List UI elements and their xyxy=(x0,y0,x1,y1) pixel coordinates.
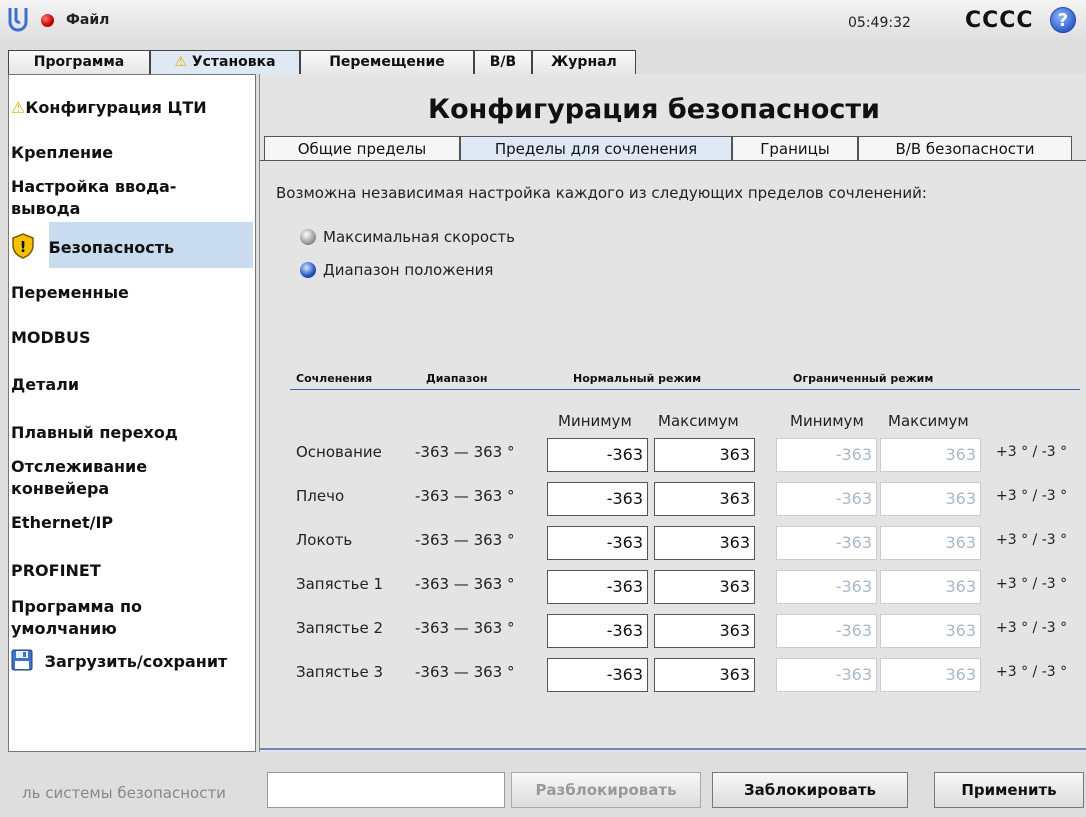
joint-range: -363 — 363 ° xyxy=(415,531,515,549)
warning-icon: ⚠ xyxy=(174,54,187,70)
sidebar-item-load-save[interactable]: Загрузить/сохранит xyxy=(11,649,227,673)
sidebar-item-io-setup[interactable]: Настройка ввода-вывода xyxy=(11,176,176,220)
safety-password-input[interactable] xyxy=(267,772,505,808)
joint-range: -363 — 363 ° xyxy=(415,487,515,505)
sidebar-item-profinet[interactable]: PROFINET xyxy=(11,560,101,582)
clock: 05:49:32 xyxy=(848,15,911,31)
sidebar-item-ethernet-ip[interactable]: Ethernet/IP xyxy=(11,512,113,534)
normal-min-input[interactable]: -363 xyxy=(547,526,648,560)
tolerance-text: +3 ° / -3 ° xyxy=(996,532,1068,548)
normal-max-input[interactable]: 363 xyxy=(654,614,755,648)
normal-min-input[interactable]: -363 xyxy=(547,482,648,516)
subtab-joint-limits[interactable]: Пределы для сочленения xyxy=(460,136,732,161)
apply-button[interactable]: Применить xyxy=(934,772,1084,808)
svg-text:!: ! xyxy=(20,238,27,256)
normal-max-input[interactable]: 363 xyxy=(654,438,755,472)
reduced-min-input: -363 xyxy=(776,658,877,692)
sidebar: ⚠Конфигурация ЦТИ Крепление Настройка вв… xyxy=(8,74,256,752)
radio-label-position-range[interactable]: Диапазон положения xyxy=(323,261,493,279)
normal-min-input[interactable]: -363 xyxy=(547,614,648,648)
tab-installation[interactable]: ⚠ Установка xyxy=(150,50,300,74)
column-header-normal-mode: Нормальный режим xyxy=(573,372,702,385)
ur-logo-icon[interactable] xyxy=(8,6,30,32)
joint-name: Плечо xyxy=(296,487,345,505)
sidebar-item-smooth-transition[interactable]: Плавный переход xyxy=(11,422,178,444)
reduced-max-input: 363 xyxy=(880,658,981,692)
tolerance-text: +3 ° / -3 ° xyxy=(996,576,1068,592)
sidebar-item-safety[interactable]: ! Безопасность xyxy=(11,233,174,259)
radio-label-max-speed[interactable]: Максимальная скорость xyxy=(323,228,515,246)
joint-name: Запястье 1 xyxy=(296,575,384,593)
reduced-max-input: 363 xyxy=(880,570,981,604)
tolerance-text: +3 ° / -3 ° xyxy=(996,664,1068,680)
robot-status-icon xyxy=(41,14,54,27)
radio-position-range[interactable] xyxy=(300,262,316,278)
column-header-range: Диапазон xyxy=(426,372,488,385)
joint-range: -363 — 363 ° xyxy=(415,575,515,593)
shield-warning-icon: ! xyxy=(12,233,34,259)
normal-max-input[interactable]: 363 xyxy=(654,658,755,692)
reduced-max-input: 363 xyxy=(880,526,981,560)
radio-max-speed[interactable] xyxy=(300,229,316,245)
normal-min-input[interactable]: -363 xyxy=(547,438,648,472)
joint-range: -363 — 363 ° xyxy=(415,619,515,637)
tolerance-text: +3 ° / -3 ° xyxy=(996,620,1068,636)
normal-min-input[interactable]: -363 xyxy=(547,658,648,692)
column-header-normal-min: Минимум xyxy=(558,412,632,430)
warning-icon: ⚠ xyxy=(11,98,26,117)
column-header-normal-max: Максимум xyxy=(658,412,739,430)
joint-range: -363 — 363 ° xyxy=(415,663,515,681)
robot-name: CCCC xyxy=(965,8,1034,33)
safety-password-label: ль системы безопасности xyxy=(22,784,226,802)
normal-max-input[interactable]: 363 xyxy=(654,526,755,560)
top-bar: Файл 05:49:32 CCCC ? xyxy=(0,0,1086,46)
unlock-button: Разблокировать xyxy=(511,772,701,808)
reduced-min-input: -363 xyxy=(776,482,877,516)
subtab-boundaries[interactable]: Границы xyxy=(732,136,858,161)
sidebar-item-conveyor-tracking[interactable]: Отслеживание конвейера xyxy=(11,456,147,500)
sidebar-item-mounting[interactable]: Крепление xyxy=(11,142,113,164)
joint-name: Основание xyxy=(296,443,382,461)
tab-program[interactable]: Программа xyxy=(8,50,150,74)
header-divider xyxy=(290,389,1080,390)
column-header-reduced-max: Максимум xyxy=(888,412,969,430)
reduced-max-input: 363 xyxy=(880,614,981,648)
joint-name: Запястье 2 xyxy=(296,619,384,637)
reduced-max-input: 363 xyxy=(880,438,981,472)
tolerance-text: +3 ° / -3 ° xyxy=(996,488,1068,504)
normal-max-input[interactable]: 363 xyxy=(654,570,755,604)
reduced-min-input: -363 xyxy=(776,570,877,604)
bottom-bar: ль системы безопасности Разблокировать З… xyxy=(0,756,1086,817)
tab-io[interactable]: В/В xyxy=(474,50,532,74)
column-header-reduced-min: Минимум xyxy=(790,412,864,430)
tolerance-text: +3 ° / -3 ° xyxy=(996,444,1068,460)
sidebar-item-variables[interactable]: Переменные xyxy=(11,282,129,304)
subtab-safety-io[interactable]: В/В безопасности xyxy=(858,136,1072,161)
file-menu[interactable]: Файл xyxy=(66,12,109,28)
sidebar-item-features[interactable]: Детали xyxy=(11,374,79,396)
reduced-min-input: -363 xyxy=(776,438,877,472)
joint-name: Локоть xyxy=(296,531,353,549)
intro-text: Возможна независимая настройка каждого и… xyxy=(276,184,927,202)
page-title: Конфигурация безопасности xyxy=(428,94,880,125)
column-header-joints: Сочленения xyxy=(296,372,373,385)
sidebar-item-default-program[interactable]: Программа по умолчанию xyxy=(11,596,142,640)
subtab-general-limits[interactable]: Общие пределы xyxy=(264,136,460,161)
reduced-min-input: -363 xyxy=(776,526,877,560)
reduced-min-input: -363 xyxy=(776,614,877,648)
floppy-disk-icon xyxy=(11,649,33,671)
joint-name: Запястье 3 xyxy=(296,663,384,681)
content-area: Конфигурация безопасности Общие пределы … xyxy=(259,74,1086,752)
joint-range: -363 — 363 ° xyxy=(415,443,515,461)
column-header-reduced-mode: Ограниченный режим xyxy=(793,372,934,385)
sidebar-item-modbus[interactable]: MODBUS xyxy=(11,327,91,349)
normal-min-input[interactable]: -363 xyxy=(547,570,648,604)
help-icon[interactable]: ? xyxy=(1050,7,1076,33)
tab-log[interactable]: Журнал xyxy=(532,50,636,74)
reduced-max-input: 363 xyxy=(880,482,981,516)
lock-button[interactable]: Заблокировать xyxy=(712,772,908,808)
tab-move[interactable]: Перемещение xyxy=(300,50,474,74)
normal-max-input[interactable]: 363 xyxy=(654,482,755,516)
sidebar-item-tcp-config[interactable]: ⚠Конфигурация ЦТИ xyxy=(11,97,207,119)
